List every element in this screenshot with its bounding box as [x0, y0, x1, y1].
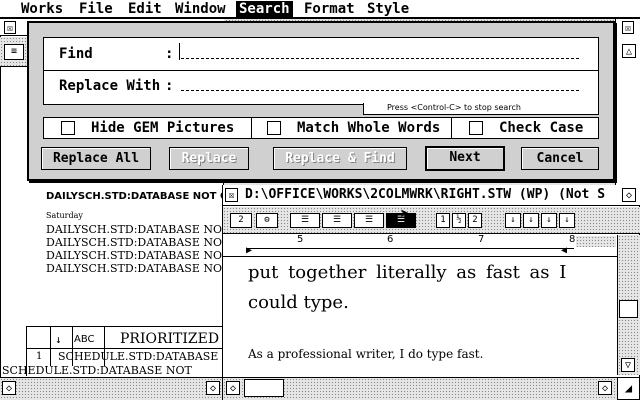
next-button[interactable]: Next	[425, 146, 505, 171]
find-input-underline	[181, 58, 579, 59]
document-text-line-2[interactable]: could type.	[248, 292, 349, 313]
document-title: D:\OFFICE\WORKS\2COLMWRK\RIGHT.STW (WP) …	[245, 187, 606, 202]
menu-edit[interactable]: Edit	[125, 1, 165, 17]
check-case-checkbox[interactable]	[469, 121, 483, 135]
replace-label: Replace With	[59, 78, 161, 94]
replace-all-button[interactable]: Replace All	[41, 147, 151, 170]
match-whole-words-label: Match Whole Words	[297, 120, 441, 136]
left-window-heading: DAILYSCH.STD:DATABASE NOT ON D	[46, 191, 249, 202]
left-table-cell-2: SCHEDULE.STD:DATABASE NOT	[2, 364, 192, 377]
left-scroll-right-icon[interactable]: ◇	[206, 381, 220, 395]
left-table-sort-icon[interactable]: ↓	[55, 333, 62, 346]
find-replace-dialog: Find : Replace With : Press <Control-C> …	[27, 21, 615, 181]
spacing-half-button[interactable]: ½	[452, 213, 466, 228]
stop-search-hint: Press <Control-C> to stop search	[387, 103, 521, 112]
replace-and-find-button[interactable]: Replace & Find	[273, 147, 407, 170]
right-indent-marker-icon[interactable]: ◀	[561, 246, 567, 256]
left-window-rows: DAILYSCH.STD:DATABASE NOT DAILYSCH.STD:D…	[46, 223, 229, 275]
ruler-mark-7: 7	[478, 234, 485, 245]
ruler-mark-6: 6	[387, 234, 394, 245]
check-case-label: Check Case	[499, 120, 584, 136]
list-item: DAILYSCH.STD:DATABASE NOT	[46, 223, 230, 236]
document-resize-icon[interactable]: ◢	[617, 377, 640, 400]
document-close-icon[interactable]: ☒	[225, 188, 238, 202]
replace-input-underline	[181, 90, 579, 91]
replace-input[interactable]	[179, 75, 589, 95]
left-window-day: Saturday	[46, 211, 83, 220]
align-left-button[interactable]: ☰	[290, 213, 320, 228]
text-cursor	[179, 43, 180, 60]
left-table-colline-1	[50, 326, 51, 366]
cancel-button[interactable]: Cancel	[521, 147, 599, 170]
spacing-1-button[interactable]: 1	[436, 213, 450, 228]
spacing-2-button[interactable]: 2	[468, 213, 482, 228]
menu-style[interactable]: Style	[364, 1, 412, 17]
menu-format[interactable]: Format	[301, 1, 358, 17]
hide-gem-checkbox[interactable]	[61, 121, 75, 135]
align-right-button[interactable]: ☰	[354, 213, 384, 228]
list-item: DAILYSCH.STD:DATABASE NOT	[46, 236, 230, 249]
list-item: DAILYSCH.STD:DATABASE NOT	[46, 262, 230, 275]
document-scroll-right-icon[interactable]: ◇	[598, 381, 612, 395]
right-window-close-icon[interactable]: ☒	[622, 21, 634, 34]
menu-file[interactable]: File	[76, 1, 116, 17]
list-item: DAILYSCH.STD:DATABASE NOT	[46, 249, 230, 262]
ruler-mark-5: 5	[297, 234, 304, 245]
field-separator	[43, 70, 599, 71]
options-divider-1	[251, 117, 252, 139]
menu-bar: Works File Edit Window Search Format Sty…	[0, 0, 640, 19]
arrow-pointer-icon: ➤	[400, 204, 410, 223]
left-table-abc: ABC	[74, 334, 95, 345]
menu-works[interactable]: Works	[18, 1, 66, 17]
tab-right-button[interactable]: ↓	[541, 213, 557, 228]
find-colon: :	[165, 46, 174, 62]
document-scroll-left-icon[interactable]: ◇	[226, 381, 240, 395]
document-scroll-down-icon[interactable]: ▽	[621, 358, 635, 372]
tab-left-button[interactable]: ↓	[505, 213, 521, 228]
page-number-button[interactable]: 2	[230, 213, 252, 228]
left-table-divider	[26, 348, 222, 349]
tab-decimal-button[interactable]: ↓	[559, 213, 575, 228]
left-table-cell: SCHEDULE.STD:DATABASE	[58, 350, 219, 363]
document-text-line-3[interactable]: As a professional writer, I do type fast…	[248, 347, 483, 361]
ruler-line	[246, 248, 574, 249]
left-table-rownum: 1	[36, 351, 43, 362]
replace-colon: :	[165, 78, 174, 94]
left-hscrollbar[interactable]	[0, 377, 224, 400]
document-text-line-1[interactable]: put together literally as fast as I	[248, 262, 566, 283]
left-scroll-left-icon[interactable]: ◇	[2, 381, 16, 395]
left-table-header: PRIORITIZED	[120, 331, 220, 347]
match-whole-words-checkbox[interactable]	[267, 121, 281, 135]
document-vscroll-thumb[interactable]	[619, 300, 638, 318]
menu-search[interactable]: Search	[236, 1, 293, 17]
left-window-tool-button[interactable]: ≡	[4, 44, 24, 60]
ruler-margin-shade	[576, 236, 616, 247]
paragraph-style-button[interactable]: ⚙	[256, 213, 278, 228]
document-hscroll-thumb[interactable]	[244, 379, 284, 397]
ruler-mark-8: 8	[569, 234, 576, 245]
left-indent-marker-icon[interactable]: ▶	[246, 246, 252, 256]
find-input[interactable]	[179, 43, 589, 63]
document-toolbar	[223, 207, 640, 234]
tab-center-button[interactable]: ↓	[523, 213, 539, 228]
find-label: Find	[59, 46, 93, 62]
align-center-button[interactable]: ☰	[322, 213, 352, 228]
right-scroll-up-icon[interactable]: △	[622, 44, 636, 58]
options-divider-2	[451, 117, 452, 139]
replace-button[interactable]: Replace	[169, 147, 249, 170]
left-window-close-icon[interactable]: ☒	[4, 21, 16, 34]
hide-gem-label: Hide GEM Pictures	[91, 120, 235, 136]
menu-window[interactable]: Window	[172, 1, 229, 17]
document-fullscreen-icon[interactable]: ◇	[622, 188, 636, 202]
